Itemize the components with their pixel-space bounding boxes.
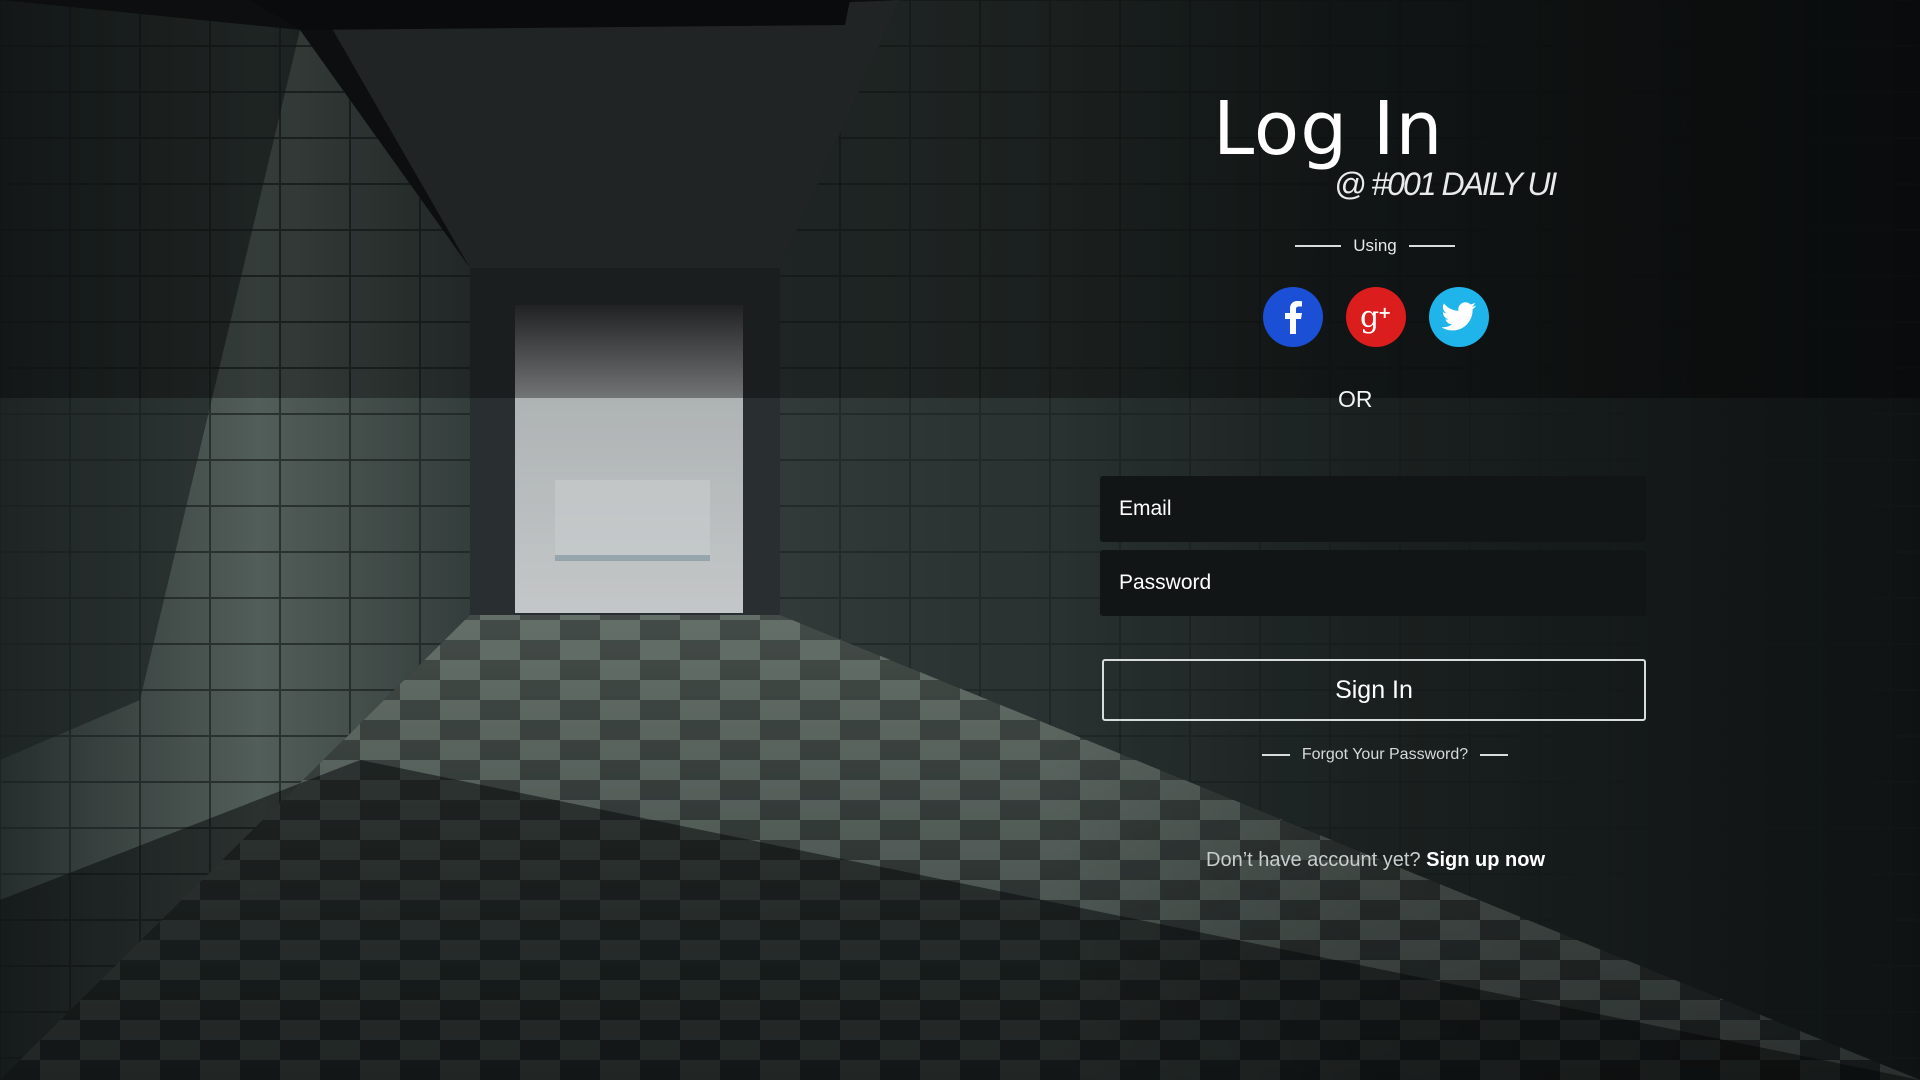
forgot-password-link[interactable]: Forgot Your Password? [1302,746,1468,764]
password-field[interactable] [1117,570,1629,596]
using-label: Using [1353,236,1397,255]
login-panel: Log In @ #001 DAILY UI Using g + OR Emai… [1080,0,1760,1080]
divider-line-left [1295,245,1342,247]
signup-link[interactable]: Sign up now [1426,849,1545,871]
or-separator: OR [1338,386,1373,412]
login-screen: Log In @ #001 DAILY UI Using g + OR Emai… [0,0,1920,1080]
sign-in-button[interactable]: Sign In [1102,659,1646,721]
divider-line-left [1261,754,1290,756]
divider-line-right [1480,754,1509,756]
divider-line-right [1408,245,1455,247]
google-plus-login-button[interactable]: g + [1346,287,1406,347]
forgot-password-row: Forgot Your Password? [1255,746,1515,764]
email-field[interactable] [1117,496,1629,522]
social-login-group: g + [1263,287,1489,347]
facebook-login-button[interactable] [1263,287,1323,347]
email-field-container [1100,476,1646,542]
twitter-icon [1441,302,1477,331]
facebook-icon [1285,301,1302,334]
page-title: Log In [1213,86,1444,172]
page-subtitle: @ #001 DAILY UI [1334,166,1557,202]
signup-row: Don’t have account yet? Sign up now [1206,849,1545,872]
signup-prompt: Don’t have account yet? [1206,849,1427,871]
twitter-login-button[interactable] [1429,287,1489,347]
password-field-container [1100,550,1646,616]
svg-text:g: g [1360,300,1379,334]
using-divider: Using [1295,236,1455,256]
svg-text:+: + [1378,303,1391,322]
google-plus-icon: g + [1360,300,1391,334]
